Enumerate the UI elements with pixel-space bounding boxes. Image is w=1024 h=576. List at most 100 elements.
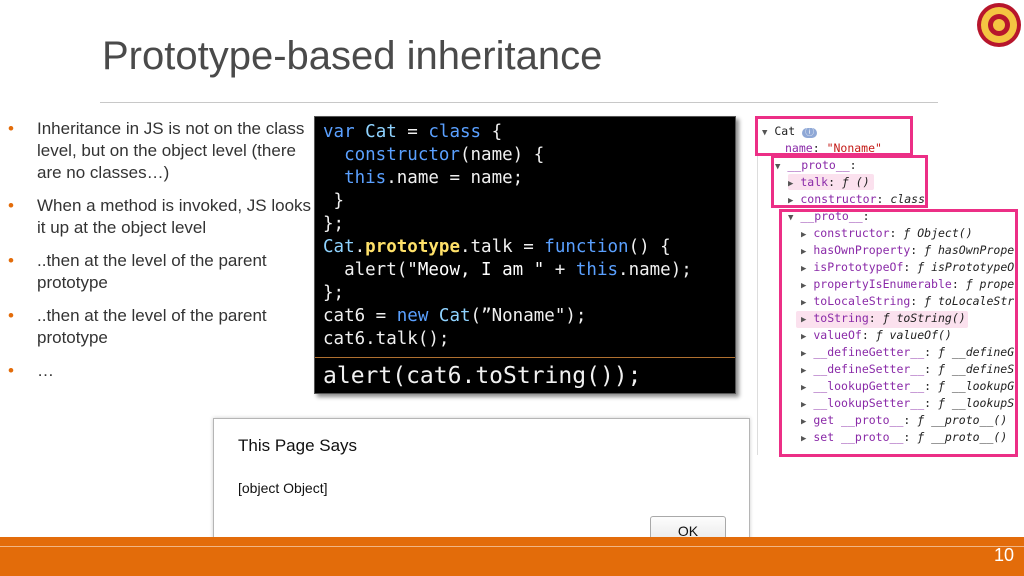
inspector-token: name — [785, 141, 813, 155]
expanded-arrow-icon[interactable]: ▼ — [775, 162, 780, 172]
dialog-title: This Page Says — [238, 436, 358, 455]
code-line: }; — [323, 213, 692, 236]
inspector-row[interactable]: ▶ propertyIsEnumerable: ƒ prope — [801, 276, 1014, 293]
collapsed-arrow-icon[interactable]: ▶ — [801, 434, 806, 444]
inspector-row[interactable]: ▶ __lookupGetter__: ƒ __lookupG — [801, 378, 1014, 395]
inspector-row[interactable]: ▶ __lookupSetter__: ƒ __lookupS — [801, 395, 1014, 412]
inspector-row[interactable]: ▶ toLocaleString: ƒ toLocaleStr — [801, 293, 1014, 310]
collapsed-arrow-icon[interactable]: ▶ — [788, 196, 793, 206]
inspector-token: ƒ __lookupS — [938, 396, 1015, 410]
inspector-token: constructor — [813, 226, 890, 240]
inspector-token: __lookupSetter__ — [813, 396, 925, 410]
code-token: function — [544, 237, 629, 257]
bullet-text: When a method is invoked, JS looks it up… — [37, 196, 312, 237]
bullet-marker: • — [8, 251, 14, 270]
collapsed-arrow-icon[interactable]: ▶ — [801, 315, 806, 325]
inspector-row[interactable]: ▶ valueOf: ƒ valueOf() — [801, 327, 952, 344]
collapsed-arrow-icon[interactable]: ▶ — [788, 179, 793, 189]
code-lines: var Cat = class { constructor(name) { th… — [323, 121, 692, 351]
inspector-token: __proto__ — [800, 209, 863, 223]
inspector-row[interactable]: ▼ Cat ⓘ — [762, 123, 818, 140]
collapsed-arrow-icon[interactable]: ▶ — [801, 417, 806, 427]
expanded-arrow-icon[interactable]: ▼ — [762, 128, 767, 138]
inspector-token: : — [903, 430, 918, 444]
code-token: { — [481, 122, 503, 142]
inspector-token: ƒ toString() — [882, 311, 966, 325]
expanded-arrow-icon[interactable]: ▼ — [788, 213, 793, 223]
code-token: constructor — [344, 145, 460, 165]
code-token: Cat — [438, 306, 471, 326]
inspector-token: ƒ __proto__() — [917, 430, 1008, 444]
inspector-token: : — [924, 345, 938, 359]
inspector-token: propertyIsEnumerable — [813, 277, 952, 291]
footer-line — [0, 546, 1024, 547]
collapsed-arrow-icon[interactable]: ▶ — [801, 247, 806, 257]
inspector-row[interactable]: ▶ __defineSetter__: ƒ __defineS — [801, 361, 1014, 378]
inspector-token: ƒ Object() — [903, 226, 973, 240]
collapsed-arrow-icon[interactable]: ▶ — [801, 264, 806, 274]
code-token: (”Noname"); — [470, 306, 587, 326]
inspector-row[interactable]: ▶ constructor: ƒ Object() — [801, 225, 973, 242]
inspector-row[interactable]: ▶ talk: ƒ () — [788, 174, 870, 191]
university-seal-icon — [977, 3, 1021, 47]
code-token: this — [344, 168, 387, 188]
inspector-row[interactable]: ▶ isPrototypeOf: ƒ isPrototypeO — [801, 259, 1014, 276]
collapsed-arrow-icon[interactable]: ▶ — [801, 332, 806, 342]
code-token: () { — [628, 237, 671, 257]
inspector-token: ƒ __proto__() — [917, 413, 1008, 427]
inspector-row[interactable]: ▼ __proto__: — [775, 157, 857, 174]
code-token: .talk = — [459, 237, 545, 257]
inspector-row[interactable]: ▶ set __proto__: ƒ __proto__() — [801, 429, 1007, 446]
inspector-token: : — [924, 379, 938, 393]
inspector-token: __proto__ — [787, 158, 850, 172]
collapsed-arrow-icon[interactable]: ▶ — [801, 230, 806, 240]
bullet-text: … — [37, 361, 54, 380]
inspector-row[interactable]: ▶ toString: ƒ toString() — [801, 310, 966, 327]
code-token: class — [428, 122, 482, 142]
title-divider — [100, 102, 938, 103]
collapsed-arrow-icon[interactable]: ▶ — [801, 366, 806, 376]
inspector-row[interactable]: ▶ get __proto__: ƒ __proto__() — [801, 412, 1007, 429]
code-line: constructor(name) { — [323, 144, 692, 167]
inspector-token: ƒ __defineS — [938, 362, 1015, 376]
bullet-marker: • — [8, 119, 14, 138]
collapsed-arrow-icon[interactable]: ▶ — [801, 383, 806, 393]
inspector-token: __defineSetter__ — [813, 362, 925, 376]
code-token: prototype — [365, 237, 460, 257]
bullet-text: ..then at the level of the parent protot… — [37, 251, 267, 292]
collapsed-arrow-icon[interactable]: ▶ — [801, 400, 806, 410]
inspector-token: constructor — [800, 192, 877, 206]
slide-title: Prototype-based inheritance — [102, 34, 603, 78]
inspector-token: ƒ hasOwnPrope — [924, 243, 1015, 257]
inspector-token: : — [862, 209, 870, 223]
code-token: .name = name; — [386, 168, 524, 188]
code-line: cat6 = new Cat(”Noname"); — [323, 305, 692, 328]
code-token: cat6 = — [323, 306, 397, 326]
inspector-row[interactable]: ▶ __defineGetter__: ƒ __defineG — [801, 344, 1014, 361]
inspector-token: get __proto__ — [813, 413, 904, 427]
bullet-item: • ..then at the level of the parent proto… — [0, 250, 318, 294]
bullet-item: •… — [0, 360, 318, 382]
inspector-token: ƒ isPrototypeO — [917, 260, 1015, 274]
inspector-token: isPrototypeOf — [813, 260, 904, 274]
code-token: alert( — [323, 260, 408, 280]
code-token: . — [354, 237, 366, 257]
inspector-row[interactable]: ▶ constructor: class — [788, 191, 925, 208]
inspector-row[interactable]: ▶ hasOwnProperty: ƒ hasOwnPrope — [801, 242, 1014, 259]
page-number: 10 — [993, 545, 1014, 565]
inspector-token: toString — [813, 311, 869, 325]
code-token: "Meow, I am " — [407, 260, 545, 280]
collapsed-arrow-icon[interactable]: ▶ — [801, 298, 806, 308]
collapsed-arrow-icon[interactable]: ▶ — [801, 281, 806, 291]
collapsed-arrow-icon[interactable]: ▶ — [801, 349, 806, 359]
code-token: }; — [323, 214, 345, 234]
bullet-item: • Inheritance in JS is not on the class l… — [0, 118, 318, 184]
inspector-row[interactable]: ▼ __proto__: — [788, 208, 870, 225]
inspector-row[interactable]: name: "Noname" — [775, 140, 882, 157]
inspector-token: ƒ __defineG — [938, 345, 1015, 359]
inspector-token: ƒ __lookupG — [938, 379, 1015, 393]
code-token: .name); — [618, 260, 692, 280]
inspector-token: talk — [800, 175, 829, 189]
inspector-token: : — [861, 328, 876, 342]
